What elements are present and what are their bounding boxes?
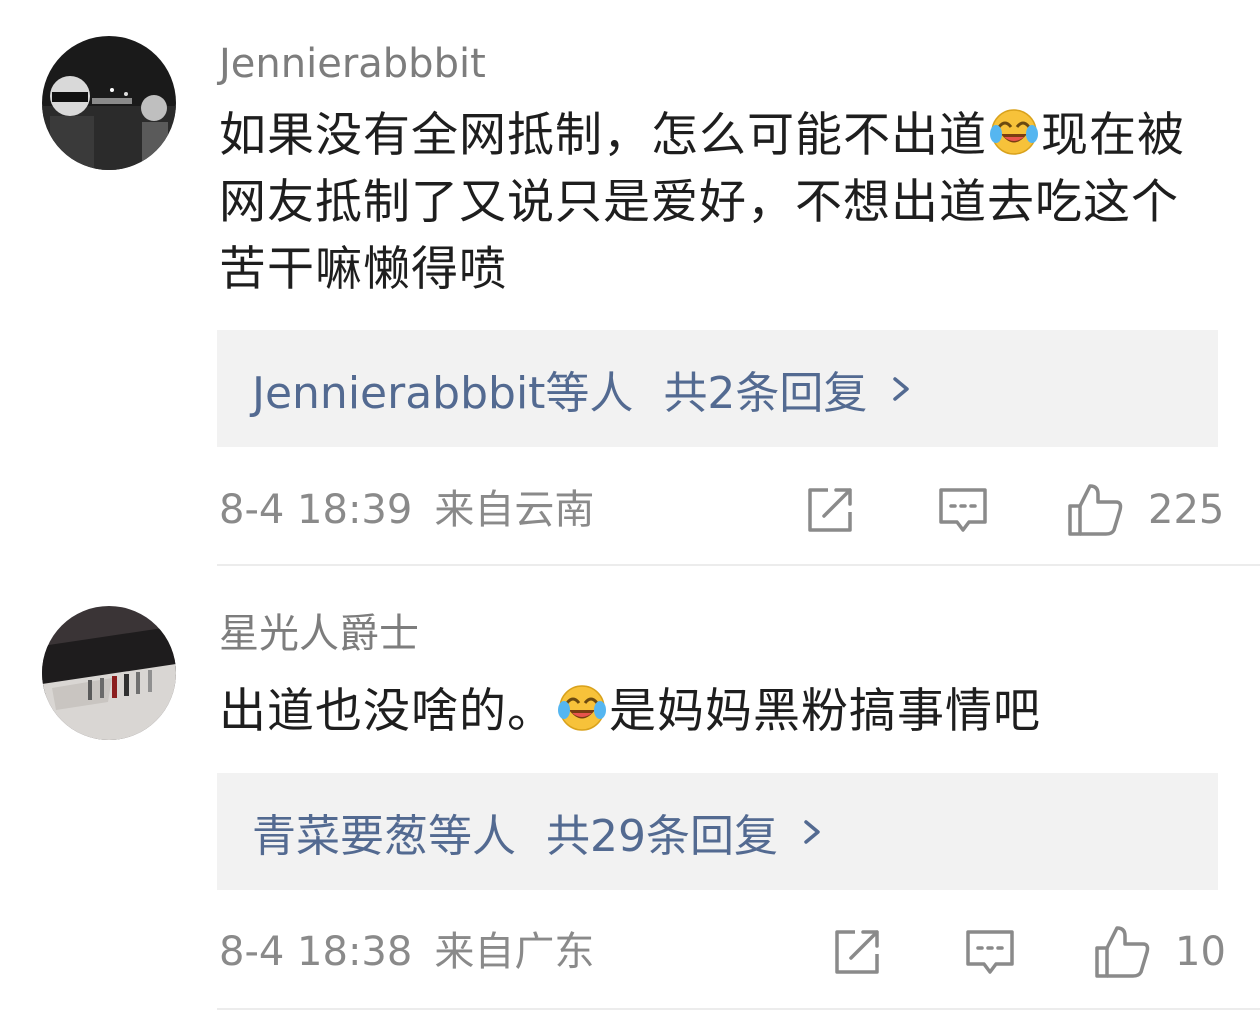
- reply-names: 青菜要葱等人: [252, 810, 516, 862]
- divider: [217, 1008, 1260, 1010]
- thumbs-up-icon: [1095, 926, 1150, 978]
- share-button[interactable]: [831, 924, 883, 980]
- comment-text-part: 如果没有全网抵制，怎么可能不出道: [219, 108, 987, 163]
- comment-meta: 8-4 18:38 来自广东: [219, 926, 594, 978]
- comment-item: Jennierabbbit 如果没有全网抵制，怎么可能不出道 现在被网友抵制了又…: [0, 0, 1260, 566]
- avatar-photo-icon: [42, 36, 176, 170]
- like-count: 225: [1148, 487, 1225, 533]
- share-button[interactable]: [804, 482, 856, 538]
- timestamp: 8-4 18:39: [219, 487, 413, 533]
- comment-text-part: 出道也没啥的。: [219, 684, 555, 739]
- comment-text-part: 是妈妈黑粉搞事情吧: [609, 684, 1041, 739]
- comment-text: 出道也没啥的。 是妈妈黑粉搞事情吧: [219, 678, 1204, 745]
- like-button[interactable]: 225: [1066, 482, 1224, 538]
- comment-item: 星光人爵士 出道也没啥的。 是妈妈黑粉搞事情吧 青菜要葱等人 共29条回复 8-…: [0, 566, 1260, 1012]
- reply-count: 共2条回复: [663, 367, 868, 419]
- laugh-cry-emoji-icon: [558, 685, 606, 731]
- thumbs-up-icon: [1068, 484, 1123, 536]
- username[interactable]: 星光人爵士: [219, 608, 419, 660]
- comment-icon: [966, 930, 1014, 974]
- share-icon: [808, 488, 852, 532]
- timestamp: 8-4 18:38: [219, 929, 413, 975]
- view-replies-button[interactable]: 青菜要葱等人 共29条回复: [217, 773, 1218, 890]
- chevron-right-icon: [804, 819, 820, 844]
- view-replies-button[interactable]: Jennierabbbit等人 共2条回复: [217, 330, 1218, 447]
- avatar-photo-icon: [42, 606, 176, 740]
- reply-button[interactable]: [964, 924, 1016, 980]
- reply-count: 共29条回复: [546, 810, 778, 862]
- comment-meta: 8-4 18:39 来自云南: [219, 484, 594, 536]
- like-count: 10: [1175, 929, 1226, 975]
- avatar[interactable]: [42, 36, 176, 170]
- like-button[interactable]: 10: [1093, 924, 1226, 980]
- avatar[interactable]: [42, 606, 176, 740]
- location: 来自广东: [434, 929, 595, 975]
- laugh-cry-emoji-icon: [990, 109, 1038, 155]
- share-icon: [835, 930, 879, 974]
- location: 来自云南: [434, 487, 595, 533]
- reply-names: Jennierabbbit等人: [252, 367, 634, 419]
- chevron-right-icon: [893, 376, 910, 401]
- username[interactable]: Jennierabbbit: [219, 38, 486, 90]
- comment-text: 如果没有全网抵制，怎么可能不出道 现在被网友抵制了又说只是爱好，不想出道去吃这个…: [219, 102, 1204, 303]
- comment-icon: [939, 488, 987, 532]
- reply-button[interactable]: [937, 482, 989, 538]
